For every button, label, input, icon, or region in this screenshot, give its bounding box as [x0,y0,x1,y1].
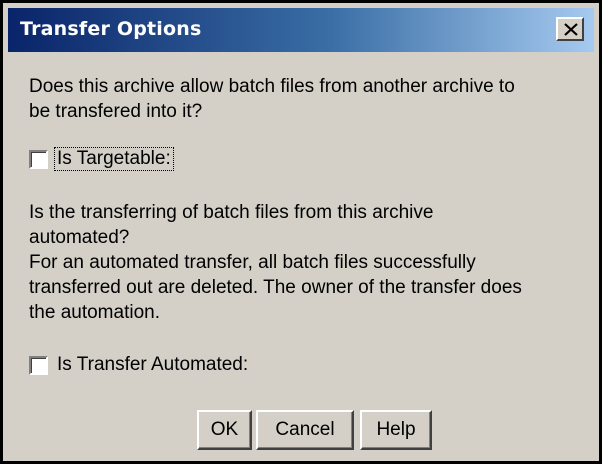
question-automated-line: Is the transferring of batch files from … [29,202,434,223]
question-automated-line: the automation. [29,302,160,323]
help-button[interactable]: Help [360,410,432,450]
question-automated-line: automated? [29,227,130,248]
dialog-title: Transfer Options [20,18,202,40]
targetable-checkbox-label[interactable]: Is Targetable: [54,147,174,171]
question-automated: Is the transferring of batch files from … [29,200,589,325]
close-button[interactable] [556,17,584,41]
targetable-checkbox-row[interactable]: Is Targetable: [29,146,174,172]
close-icon [564,23,578,36]
automated-checkbox-label[interactable]: Is Transfer Automated: [55,354,250,376]
ok-button[interactable]: OK [197,410,252,450]
automated-checkbox[interactable] [29,355,48,375]
question-automated-line: For an automated transfer, all batch fil… [29,252,476,273]
transfer-options-dialog: Transfer Options Does this archive allow… [0,0,602,464]
targetable-checkbox[interactable] [29,149,48,169]
automated-checkbox-row[interactable]: Is Transfer Automated: [29,352,250,378]
question-targetable-line: be transfered into it? [29,101,203,122]
title-bar[interactable]: Transfer Options [8,8,594,52]
question-automated-line: transferred out are deleted. The owner o… [29,277,522,298]
question-targetable-line: Does this archive allow batch files from… [29,76,515,97]
cancel-button[interactable]: Cancel [256,410,354,450]
question-targetable: Does this archive allow batch files from… [29,74,589,124]
